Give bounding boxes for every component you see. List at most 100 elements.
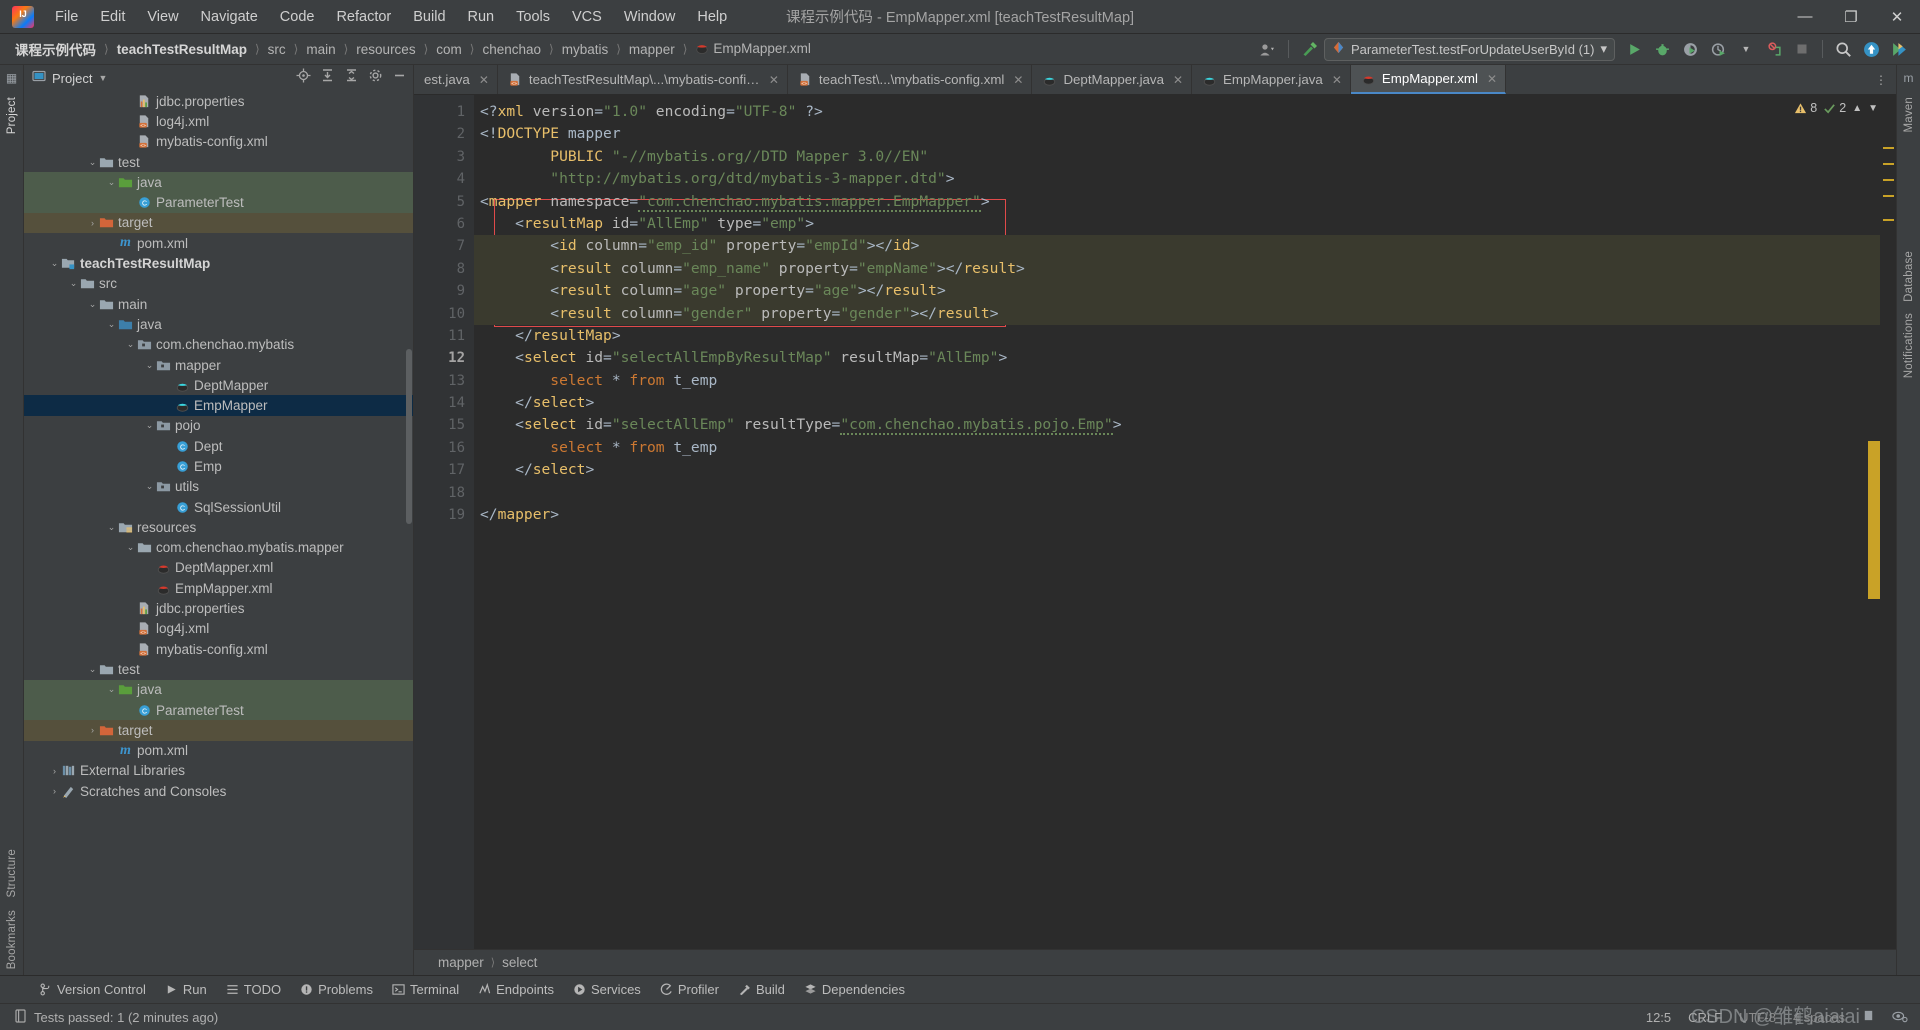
menu-edit[interactable]: Edit xyxy=(89,5,136,29)
line-number[interactable]: 12▽ xyxy=(414,347,520,369)
tree-row[interactable]: › target xyxy=(24,720,413,741)
tool-window-button[interactable]: Dependencies xyxy=(795,979,914,1000)
code-line[interactable] xyxy=(474,482,1880,504)
tree-row[interactable]: ⌄ java xyxy=(24,172,413,193)
tool-window-button[interactable]: Problems xyxy=(291,979,382,1000)
tree-row[interactable]: C Emp xyxy=(24,456,413,476)
close-icon[interactable]: ✕ xyxy=(479,73,489,87)
editor-tab[interactable]: EmpMapper.xml ✕ xyxy=(1350,65,1507,94)
tree-row[interactable]: ⌄ resources xyxy=(24,517,413,537)
line-number[interactable]: 9 xyxy=(414,280,474,302)
profiler-button[interactable] xyxy=(1705,37,1731,61)
tool-window-button[interactable]: Endpoints xyxy=(469,979,563,1000)
code-line[interactable]: PUBLIC "-//mybatis.org//DTD Mapper 3.0//… xyxy=(474,146,1880,168)
expand-all-icon[interactable] xyxy=(320,68,335,88)
line-number-gutter[interactable]: 12345▽6▽7891011△12▽1314△15▽1617△1819 xyxy=(414,95,520,949)
tree-expander-icon[interactable]: › xyxy=(87,725,98,735)
code-line[interactable]: <?xml version="1.0" encoding="UTF-8" ?> xyxy=(474,101,1880,123)
tree-row[interactable]: DeptMapper.xml xyxy=(24,558,413,578)
run-configuration-selector[interactable]: ParameterTest.testForUpdateUserById (1) … xyxy=(1323,37,1615,61)
rail-item-bookmarks[interactable]: Bookmarks xyxy=(6,910,18,969)
menu-vcs[interactable]: VCS xyxy=(561,5,613,29)
tree-row[interactable]: ⌄ com.chenchao.mybatis xyxy=(24,335,413,355)
tree-row[interactable]: <> log4j.xml xyxy=(24,619,413,639)
tree-row[interactable]: C SqlSessionUtil xyxy=(24,497,413,517)
weak-warning-count[interactable]: 2 xyxy=(1823,101,1846,115)
editor-tab-actions[interactable]: ⋮ xyxy=(1866,65,1896,94)
project-panel-icon[interactable]: ▦ xyxy=(6,71,17,85)
code-line[interactable]: </mapper> xyxy=(474,504,1880,526)
caret-position[interactable]: 12:5 xyxy=(1646,1010,1671,1025)
code-line[interactable]: <id column="emp_id" property="empId"></i… xyxy=(474,235,1880,258)
line-number[interactable]: 16 xyxy=(414,437,474,459)
code-line[interactable]: <result column="gender" property="gender… xyxy=(474,302,1880,325)
project-tree-scrollbar[interactable] xyxy=(406,349,412,524)
code-line[interactable]: select * from t_emp xyxy=(474,370,1880,392)
tool-window-button[interactable]: Services xyxy=(564,979,650,1000)
line-number[interactable]: 14△ xyxy=(414,392,520,414)
code-line[interactable]: <!DOCTYPE mapper xyxy=(474,123,1880,145)
tree-expander-icon[interactable]: ⌄ xyxy=(125,339,136,350)
line-number[interactable]: 3 xyxy=(414,146,474,168)
tree-expander-icon[interactable]: › xyxy=(49,766,60,776)
project-tree[interactable]: jdbc.properties <> log4j.xml <> mybatis-conf… xyxy=(24,91,413,975)
editor-breadcrumb-mapper[interactable]: mapper xyxy=(438,955,484,970)
menu-tools[interactable]: Tools xyxy=(505,5,561,29)
menu-window[interactable]: Window xyxy=(613,5,687,29)
tree-row[interactable]: › External Libraries xyxy=(24,761,413,781)
breadcrumb-main[interactable]: main xyxy=(301,40,340,59)
tool-window-bar[interactable]: Version Control Run TODO Problems Terminal En… xyxy=(0,975,1920,1003)
code-line[interactable]: </resultMap> xyxy=(474,325,1880,347)
tree-expander-icon[interactable]: › xyxy=(87,218,98,228)
tree-row[interactable]: › Scratches and Consoles xyxy=(24,781,413,801)
collapse-all-icon[interactable] xyxy=(344,68,359,88)
close-icon[interactable]: ✕ xyxy=(1173,73,1183,87)
tool-window-button[interactable]: Version Control xyxy=(30,979,155,1000)
tree-expander-icon[interactable]: ⌄ xyxy=(87,157,98,168)
rail-item-project[interactable]: Project xyxy=(6,97,18,134)
tree-expander-icon[interactable]: ⌄ xyxy=(106,177,117,188)
tree-row[interactable]: ⌄ main xyxy=(24,294,413,314)
chevron-down-icon[interactable]: ▾ xyxy=(1600,41,1607,57)
line-number[interactable]: 5▽ xyxy=(414,191,520,213)
run-button[interactable] xyxy=(1621,37,1647,61)
tool-window-button[interactable]: Terminal xyxy=(383,979,468,1000)
line-number[interactable]: 4 xyxy=(414,168,474,190)
tree-row[interactable]: ⌄ teachTestResultMap xyxy=(24,253,413,273)
breadcrumb-file[interactable]: EmpMapper.xml xyxy=(690,39,816,60)
debug-button[interactable] xyxy=(1649,37,1675,61)
editor-tab[interactable]: DeptMapper.java ✕ xyxy=(1032,65,1193,94)
code-line[interactable]: <select id="selectAllEmpByResultMap" res… xyxy=(474,347,1880,369)
breadcrumb-mapper[interactable]: mapper xyxy=(624,40,680,59)
tree-row[interactable]: m pom.xml xyxy=(24,741,413,761)
editor-breadcrumb-select[interactable]: select xyxy=(502,955,537,970)
menu-view[interactable]: View xyxy=(136,5,189,29)
rail-item-maven[interactable]: Maven xyxy=(1903,97,1915,133)
tree-row[interactable]: EmpMapper xyxy=(24,395,413,416)
settings-gear-icon[interactable] xyxy=(368,68,383,88)
tool-window-button[interactable]: Profiler xyxy=(651,979,728,1000)
tree-row[interactable]: jdbc.properties xyxy=(24,598,413,618)
breadcrumb-project[interactable]: 课程示例代码 xyxy=(10,37,101,61)
code-line[interactable]: </select> xyxy=(474,392,1880,414)
code-line[interactable]: </select> xyxy=(474,459,1880,481)
locate-in-tree-icon[interactable] xyxy=(296,68,311,88)
tool-window-button[interactable]: TODO xyxy=(217,979,290,1000)
tree-row[interactable]: ⌄ pojo xyxy=(24,416,413,436)
tree-expander-icon[interactable]: ⌄ xyxy=(49,258,60,269)
tree-expander-icon[interactable]: ⌄ xyxy=(106,319,117,330)
menu-run[interactable]: Run xyxy=(457,5,506,29)
tree-row[interactable]: C ParameterTest xyxy=(24,699,413,721)
project-panel-actions[interactable] xyxy=(296,68,407,88)
editor-tab[interactable]: <> teachTest\...\mybatis-config.xml ✕ xyxy=(788,65,1033,94)
warning-count[interactable]: 8 xyxy=(1794,101,1817,115)
tree-row[interactable]: C ParameterTest xyxy=(24,192,413,213)
line-number[interactable]: 15▽ xyxy=(414,414,520,436)
window-controls[interactable]: — ❐ ✕ xyxy=(1782,0,1920,33)
editor-tab[interactable]: <> teachTestResultMap\...\mybatis-config.… xyxy=(498,65,788,94)
menu-code[interactable]: Code xyxy=(269,5,326,29)
tree-row[interactable]: ⌄ java xyxy=(24,679,413,700)
run-coverage-button[interactable] xyxy=(1677,37,1703,61)
line-number[interactable]: 6▽ xyxy=(414,213,520,235)
tree-expander-icon[interactable]: ⌄ xyxy=(125,542,136,553)
